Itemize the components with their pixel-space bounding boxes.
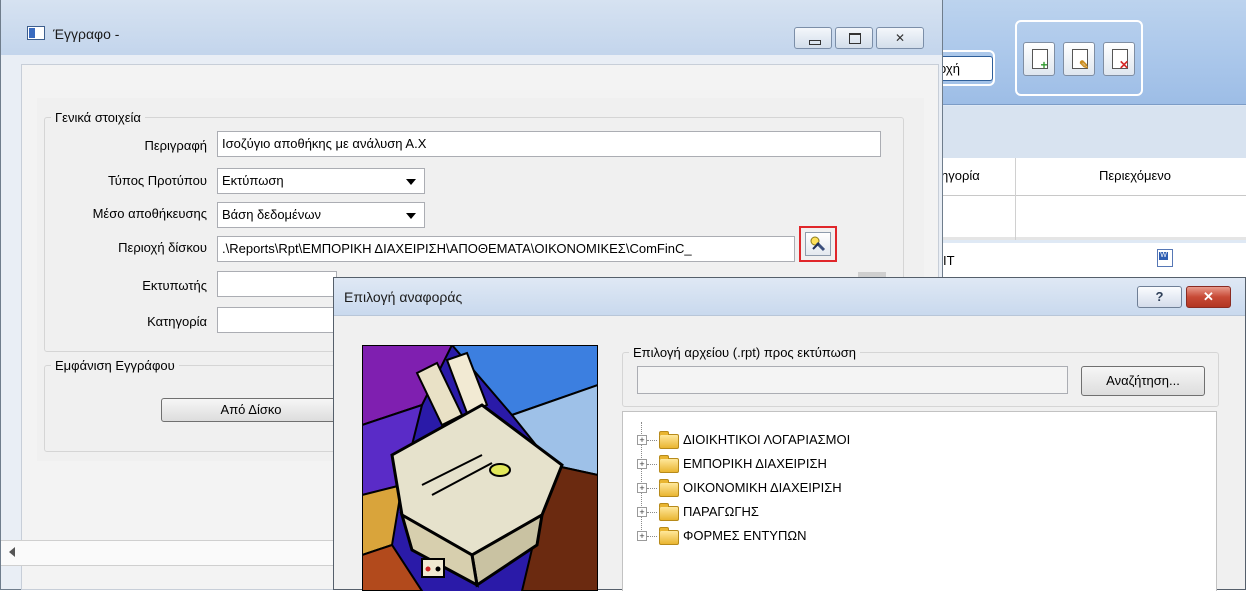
document-window-titlebar: Έγγραφο - ✕	[1, 0, 942, 55]
dialog-titlebar: Επιλογή αναφοράς ? ✕	[334, 278, 1245, 316]
chevron-down-icon	[406, 213, 416, 219]
category-label: Κατηγορία	[147, 314, 207, 329]
document-display-legend: Εμφάνιση Εγγράφου	[55, 358, 175, 373]
background-subheader	[935, 106, 1246, 158]
tree-item-label: ΔΙΟΙΚΗΤΙΚΟΙ ΛΟΓΑΡΙΑΣΜΟΙ	[683, 432, 851, 447]
row-category-cell: ΙΤ	[943, 253, 955, 268]
edit-document-icon[interactable]: ✎	[1063, 42, 1095, 76]
tree-item-label: ΦΟΡΜΕΣ ΕΝΤΥΠΩΝ	[683, 528, 807, 543]
folder-icon	[659, 479, 679, 497]
window-icon	[27, 26, 45, 40]
dialog-title: Επιλογή αναφοράς	[344, 289, 463, 305]
storage-select[interactable]: Βάση δεδομένων	[217, 202, 425, 228]
template-type-select[interactable]: Εκτύπωση	[217, 168, 425, 194]
maximize-button[interactable]	[835, 27, 873, 49]
scroll-left-arrow-icon[interactable]	[9, 547, 15, 557]
folder-icon	[659, 431, 679, 449]
folder-icon	[659, 527, 679, 545]
tree-item-label: ΕΜΠΟΡΙΚΗ ΔΙΑΧΕΙΡΙΣΗ	[683, 456, 827, 471]
expand-icon[interactable]: +	[637, 483, 647, 493]
dialog-close-button[interactable]: ✕	[1186, 286, 1231, 308]
minimize-button[interactable]	[794, 27, 832, 49]
search-button[interactable]: Αναζήτηση...	[1081, 366, 1205, 396]
storage-value: Βάση δεδομένων	[222, 207, 321, 222]
expand-icon[interactable]: +	[637, 459, 647, 469]
report-tree[interactable]: + ΔΙΟΙΚΗΤΙΚΟΙ ΛΟΓΑΡΙΑΣΜΟΙ + ΕΜΠΟΡΙΚΗ ΔΙΑ…	[622, 411, 1217, 591]
from-disk-button[interactable]: Από Δίσκο	[161, 398, 341, 422]
printer-field[interactable]	[217, 271, 337, 297]
delete-document-icon[interactable]: ✕	[1103, 42, 1135, 76]
new-document-icon[interactable]: +	[1023, 42, 1055, 76]
browse-wrench-icon	[810, 236, 826, 252]
printer-label: Εκτυπωτής	[142, 278, 207, 293]
browse-button-highlight	[799, 226, 837, 262]
window-title: Έγγραφο -	[53, 26, 120, 42]
description-field[interactable]: Ισοζύγιο αποθήκης με ανάλυση Α.Χ	[217, 131, 881, 157]
word-document-icon: W	[1157, 249, 1173, 267]
folder-icon	[659, 503, 679, 521]
category-field[interactable]	[217, 307, 337, 333]
expand-icon[interactable]: +	[637, 531, 647, 541]
column-header-content[interactable]: Περιεχόμενο	[1099, 168, 1171, 183]
browse-button[interactable]	[805, 232, 831, 256]
chevron-down-icon	[406, 179, 416, 185]
general-info-legend: Γενικά στοιχεία	[55, 110, 141, 125]
template-type-value: Εκτύπωση	[222, 173, 284, 188]
close-button[interactable]: ✕	[876, 27, 924, 49]
disk-path-field[interactable]: .\Reports\Rpt\ΕΜΠΟΡΙΚΗ ΔΙΑΧΕΙΡΙΣΗ\ΑΠΟΘΕΜ…	[217, 236, 795, 262]
grid-header: ηγορία Περιεχόμενο	[935, 158, 1246, 196]
document-actions-frame: + ✎ ✕	[1015, 20, 1143, 96]
file-selection-legend: Επιλογή αρχείου (.rpt) προς εκτύπωση	[633, 345, 857, 360]
background-toolbar-button[interactable]: οχή	[935, 56, 993, 81]
selected-file-field[interactable]	[637, 366, 1068, 394]
storage-label: Μέσο αποθήκευσης	[92, 206, 207, 221]
description-label: Περιγραφή	[144, 138, 207, 153]
column-header-category[interactable]: ηγορία	[941, 168, 980, 183]
folder-icon	[659, 455, 679, 473]
tree-item-label: ΠΑΡΑΓΩΓΗΣ	[683, 504, 759, 519]
tree-item-label: ΟΙΚΟΝΟΜΙΚΗ ΔΙΑΧΕΙΡΙΣΗ	[683, 480, 842, 495]
template-type-label: Τύπος Προτύπου	[107, 173, 207, 188]
printer-illustration	[361, 344, 599, 592]
disk-path-label: Περιοχή δίσκου	[118, 240, 207, 255]
grid-filter-row	[935, 196, 1246, 240]
expand-icon[interactable]: +	[637, 507, 647, 517]
horizontal-scrollbar[interactable]	[1, 540, 337, 566]
grid-column-divider	[1015, 158, 1016, 240]
help-button[interactable]: ?	[1137, 286, 1182, 308]
report-selection-dialog: Επιλογή αναφοράς ? ✕ Επιλογή αρχείου (.r…	[333, 277, 1246, 592]
expand-icon[interactable]: +	[637, 435, 647, 445]
background-toolbar: οχή + ✎ ✕	[935, 0, 1246, 105]
